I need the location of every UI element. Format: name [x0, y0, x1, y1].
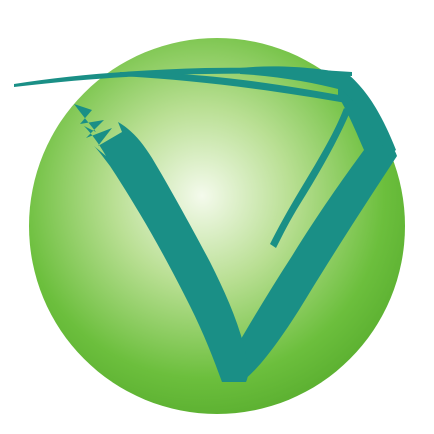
- v-swoosh-logo: [14, 38, 405, 414]
- logo-canvas: [0, 0, 434, 434]
